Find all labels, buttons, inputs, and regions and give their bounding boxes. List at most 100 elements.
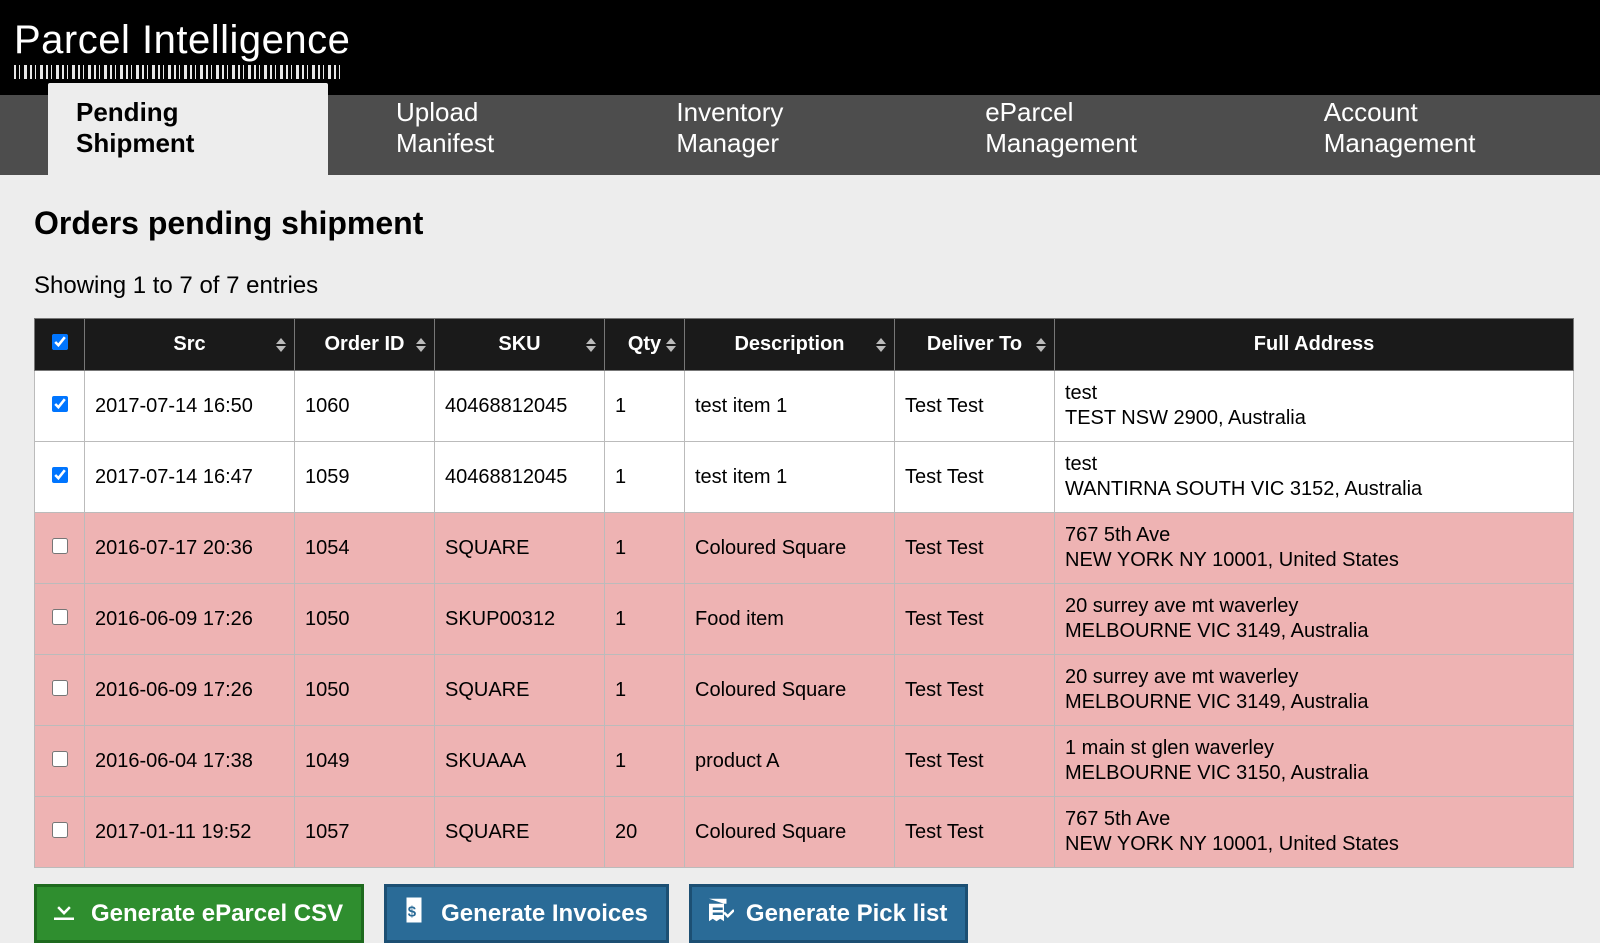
src-cell: 2016-07-17 20:36 xyxy=(85,513,295,584)
row-select-cell[interactable] xyxy=(35,726,85,797)
picklist-icon xyxy=(704,895,734,932)
top-bar: Parcel Intelligence xyxy=(0,0,1600,95)
select-all-checkbox[interactable] xyxy=(52,334,68,350)
table-row: 2016-07-17 20:361054SQUARE1Coloured Squa… xyxy=(35,513,1574,584)
qty-cell: 1 xyxy=(605,442,685,513)
action-bar: Generate eParcel CSV $ Generate Invoices… xyxy=(34,884,1600,943)
order-id-cell: 1049 xyxy=(295,726,435,797)
description-cell: product A xyxy=(685,726,895,797)
sort-arrows-icon xyxy=(586,338,596,352)
deliver-to-cell: Test Test xyxy=(895,584,1055,655)
download-icon xyxy=(49,895,79,932)
deliver-to-cell: Test Test xyxy=(895,655,1055,726)
row-select-cell[interactable] xyxy=(35,371,85,442)
sort-arrows-icon xyxy=(276,338,286,352)
full-address-cell: testTEST NSW 2900, Australia xyxy=(1055,371,1574,442)
generate-picklist-button[interactable]: Generate Pick list xyxy=(689,884,968,943)
order-id-cell: 1059 xyxy=(295,442,435,513)
row-checkbox[interactable] xyxy=(52,822,68,838)
row-checkbox[interactable] xyxy=(52,751,68,767)
table-row: 2016-06-09 17:261050SQUARE1Coloured Squa… xyxy=(35,655,1574,726)
description-cell: test item 1 xyxy=(685,371,895,442)
table-row: 2016-06-09 17:261050SKUP003121Food itemT… xyxy=(35,584,1574,655)
qty-cell: 1 xyxy=(605,655,685,726)
qty-cell: 1 xyxy=(605,584,685,655)
table-row: 2016-06-04 17:381049SKUAAA1product ATest… xyxy=(35,726,1574,797)
order-id-cell: 1050 xyxy=(295,584,435,655)
table-row: 2017-07-14 16:501060404688120451test ite… xyxy=(35,371,1574,442)
row-checkbox[interactable] xyxy=(52,680,68,696)
qty-cell: 1 xyxy=(605,513,685,584)
col-header-src[interactable]: Src xyxy=(85,319,295,371)
row-select-cell[interactable] xyxy=(35,655,85,726)
src-cell: 2016-06-09 17:26 xyxy=(85,655,295,726)
button-label: Generate eParcel CSV xyxy=(91,900,343,928)
row-checkbox[interactable] xyxy=(52,396,68,412)
col-header-full-address[interactable]: Full Address xyxy=(1055,319,1574,371)
description-cell: Coloured Square xyxy=(685,655,895,726)
svg-text:$: $ xyxy=(408,903,417,920)
row-select-cell[interactable] xyxy=(35,513,85,584)
generate-eparcel-csv-button[interactable]: Generate eParcel CSV xyxy=(34,884,364,943)
deliver-to-cell: Test Test xyxy=(895,513,1055,584)
order-id-cell: 1054 xyxy=(295,513,435,584)
src-cell: 2017-07-14 16:47 xyxy=(85,442,295,513)
description-cell: Food item xyxy=(685,584,895,655)
col-header-qty[interactable]: Qty xyxy=(605,319,685,371)
sku-cell: SKUAAA xyxy=(435,726,605,797)
full-address-cell: 767 5th AveNEW YORK NY 10001, United Sta… xyxy=(1055,797,1574,868)
order-id-cell: 1057 xyxy=(295,797,435,868)
row-select-cell[interactable] xyxy=(35,797,85,868)
src-cell: 2016-06-09 17:26 xyxy=(85,584,295,655)
button-label: Generate Pick list xyxy=(746,900,947,928)
col-header-description[interactable]: Description xyxy=(685,319,895,371)
tab-eparcel-management[interactable]: eParcel Management xyxy=(957,83,1256,175)
row-select-cell[interactable] xyxy=(35,442,85,513)
invoice-icon: $ xyxy=(399,895,429,932)
tab-upload-manifest[interactable]: Upload Manifest xyxy=(368,83,608,175)
sku-cell: 40468812045 xyxy=(435,371,605,442)
deliver-to-cell: Test Test xyxy=(895,797,1055,868)
brand-title: Parcel Intelligence xyxy=(14,18,1600,63)
tab-inventory-manager[interactable]: Inventory Manager xyxy=(648,83,917,175)
sku-cell: SQUARE xyxy=(435,797,605,868)
row-checkbox[interactable] xyxy=(52,609,68,625)
qty-cell: 1 xyxy=(605,726,685,797)
description-cell: test item 1 xyxy=(685,442,895,513)
select-all-header[interactable] xyxy=(35,319,85,371)
entries-summary: Showing 1 to 7 of 7 entries xyxy=(34,272,1600,300)
button-label: Generate Invoices xyxy=(441,900,648,928)
generate-invoices-button[interactable]: $ Generate Invoices xyxy=(384,884,669,943)
row-select-cell[interactable] xyxy=(35,584,85,655)
src-cell: 2016-06-04 17:38 xyxy=(85,726,295,797)
col-header-deliver-to[interactable]: Deliver To xyxy=(895,319,1055,371)
barcode-decoration xyxy=(14,65,344,79)
col-header-sku[interactable]: SKU xyxy=(435,319,605,371)
qty-cell: 20 xyxy=(605,797,685,868)
full-address-cell: testWANTIRNA SOUTH VIC 3152, Australia xyxy=(1055,442,1574,513)
qty-cell: 1 xyxy=(605,371,685,442)
content-area: Orders pending shipment Showing 1 to 7 o… xyxy=(0,175,1600,943)
order-id-cell: 1060 xyxy=(295,371,435,442)
sku-cell: SKUP00312 xyxy=(435,584,605,655)
tab-pending-shipment[interactable]: Pending Shipment xyxy=(48,83,328,175)
orders-table: SrcOrder IDSKUQtyDescriptionDeliver ToFu… xyxy=(34,318,1574,868)
row-checkbox[interactable] xyxy=(52,467,68,483)
tab-strip: Pending ShipmentUpload ManifestInventory… xyxy=(0,95,1600,175)
page-title: Orders pending shipment xyxy=(34,205,1600,242)
col-header-order-id[interactable]: Order ID xyxy=(295,319,435,371)
deliver-to-cell: Test Test xyxy=(895,371,1055,442)
table-row: 2017-01-11 19:521057SQUARE20Coloured Squ… xyxy=(35,797,1574,868)
table-row: 2017-07-14 16:471059404688120451test ite… xyxy=(35,442,1574,513)
sku-cell: SQUARE xyxy=(435,655,605,726)
src-cell: 2017-07-14 16:50 xyxy=(85,371,295,442)
row-checkbox[interactable] xyxy=(52,538,68,554)
sort-arrows-icon xyxy=(876,338,886,352)
sort-arrows-icon xyxy=(416,338,426,352)
full-address-cell: 1 main st glen waverleyMELBOURNE VIC 315… xyxy=(1055,726,1574,797)
sku-cell: SQUARE xyxy=(435,513,605,584)
description-cell: Coloured Square xyxy=(685,513,895,584)
deliver-to-cell: Test Test xyxy=(895,726,1055,797)
sort-arrows-icon xyxy=(666,338,676,352)
tab-account-management[interactable]: Account Management xyxy=(1296,83,1600,175)
